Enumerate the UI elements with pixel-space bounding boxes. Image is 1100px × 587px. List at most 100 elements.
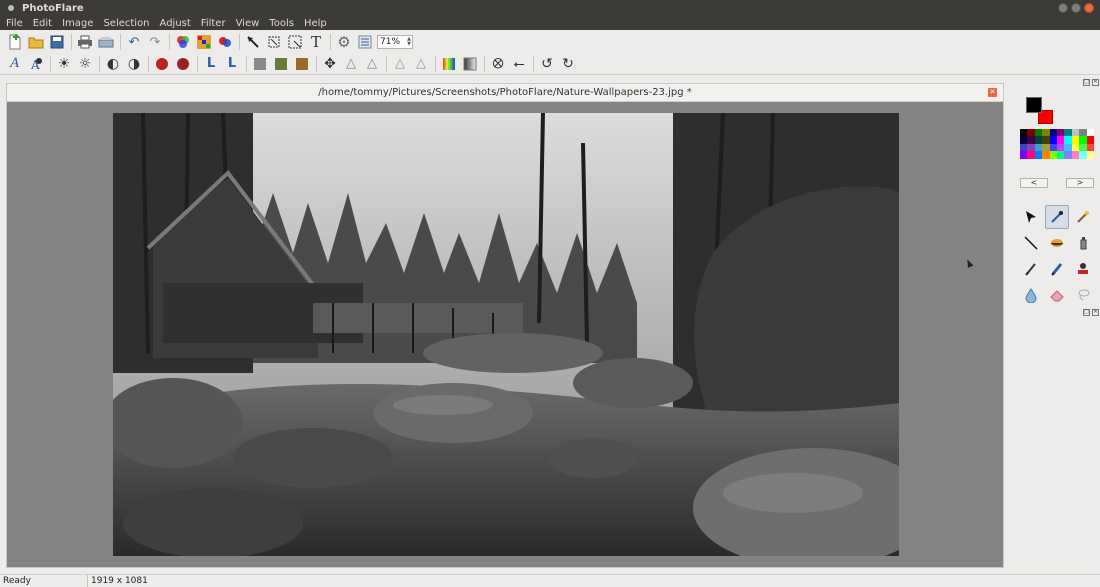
gamma-down-icon[interactable]: L (223, 55, 241, 73)
crop-icon[interactable] (265, 33, 283, 51)
gamma-up-icon[interactable]: L (202, 55, 220, 73)
dock-close-icon[interactable]: ✕ (1092, 79, 1099, 86)
settings-gear-icon[interactable]: ⚙ (335, 33, 353, 51)
undo-icon[interactable]: ↶ (125, 33, 143, 51)
foreground-color-swatch[interactable] (1026, 97, 1042, 113)
menu-edit[interactable]: Edit (33, 18, 52, 29)
menu-selection[interactable]: Selection (103, 18, 149, 29)
palette-swatch[interactable] (1071, 136, 1080, 144)
palette-swatch[interactable] (1086, 143, 1094, 152)
palette-swatch[interactable] (1064, 151, 1072, 159)
auto-contrast-icon[interactable]: A (27, 55, 45, 73)
spray-can-icon[interactable] (1071, 231, 1095, 255)
saturation-down-icon[interactable] (174, 55, 192, 73)
triangle-blur-icon[interactable]: △ (391, 55, 409, 73)
grayscale-icon[interactable] (251, 55, 269, 73)
magic-wand-icon[interactable] (1071, 205, 1095, 229)
palette-swatch[interactable] (1086, 136, 1094, 144)
palette-swatch[interactable] (1020, 151, 1028, 159)
menu-image[interactable]: Image (62, 18, 93, 29)
palette-swatch[interactable] (1027, 136, 1035, 144)
eraser-icon[interactable] (1045, 283, 1069, 307)
palette-swatch[interactable] (1020, 143, 1028, 152)
pencil-brush-icon[interactable] (1045, 257, 1069, 281)
save-icon[interactable] (48, 33, 66, 51)
pointer-tool-icon[interactable] (244, 33, 262, 51)
close-window-button[interactable] (1084, 3, 1094, 13)
lasso-icon[interactable] (1071, 283, 1095, 307)
menu-file[interactable]: File (6, 18, 23, 29)
flip-icon[interactable]: ⭠ (510, 55, 528, 73)
palette-swatch[interactable] (1064, 129, 1072, 137)
triangle-outline-icon[interactable]: △ (342, 55, 360, 73)
palette-swatch[interactable] (1034, 143, 1043, 152)
palette-swatch[interactable] (1027, 143, 1035, 152)
pointer-tool-icon[interactable] (1019, 205, 1043, 229)
palette-swatch[interactable] (1042, 136, 1050, 144)
palette-swatch[interactable] (1071, 129, 1080, 137)
blur-drop-icon[interactable] (1019, 283, 1043, 307)
sepia-icon[interactable] (293, 55, 311, 73)
palette-next-button[interactable]: > (1066, 178, 1094, 188)
contrast-down-icon[interactable]: ◑ (125, 55, 143, 73)
text-tool-icon[interactable]: T (307, 33, 325, 51)
select-area-icon[interactable] (286, 33, 304, 51)
palette-swatch[interactable] (1027, 151, 1035, 159)
brightness-down-icon[interactable]: ☼ (76, 55, 94, 73)
stamp-icon[interactable] (1071, 257, 1095, 281)
menu-adjust[interactable]: Adjust (160, 18, 191, 29)
gradient-color-icon[interactable] (440, 55, 458, 73)
palette-swatch[interactable] (1079, 129, 1087, 137)
redo-icon[interactable]: ↷ (146, 33, 164, 51)
auto-levels-icon[interactable]: A (6, 55, 24, 73)
image-canvas[interactable] (113, 113, 899, 556)
new-file-icon[interactable] (6, 33, 24, 51)
oil-paint-icon[interactable] (272, 55, 290, 73)
zoom-spinbox[interactable]: 71% ▲ ▼ (377, 35, 413, 49)
dock-close-icon[interactable]: ✕ (1092, 309, 1099, 316)
palette-swatch[interactable] (1086, 129, 1094, 137)
palette-swatch[interactable] (1079, 143, 1087, 152)
dock-float-icon[interactable]: □ (1083, 309, 1090, 316)
palette-swatch[interactable] (1049, 136, 1057, 144)
palette-swatch[interactable] (1056, 143, 1065, 152)
saturation-up-icon[interactable] (153, 55, 171, 73)
palette-swatch[interactable] (1020, 129, 1028, 137)
palette-grid-icon[interactable] (195, 33, 213, 51)
line-tool-icon[interactable] (1019, 231, 1043, 255)
contrast-up-icon[interactable]: ◐ (104, 55, 122, 73)
palette-swatch[interactable] (1034, 151, 1043, 159)
paint-bucket-icon[interactable] (1045, 231, 1069, 255)
scanner-icon[interactable] (97, 33, 115, 51)
open-folder-icon[interactable] (27, 33, 45, 51)
menu-help[interactable]: Help (304, 18, 327, 29)
palette-swatch[interactable] (1042, 129, 1050, 137)
menu-view[interactable]: View (236, 18, 260, 29)
palette-swatch[interactable] (1042, 151, 1050, 159)
palette-swatch[interactable] (1064, 143, 1072, 152)
transform-icon[interactable]: ⭙ (489, 55, 507, 73)
palette-swatch[interactable] (1034, 129, 1043, 137)
list-lines-icon[interactable] (356, 33, 374, 51)
palette-swatch[interactable] (1056, 136, 1065, 144)
rotate-right-icon[interactable]: ↻ (559, 55, 577, 73)
zoom-spin-arrows[interactable]: ▲ ▼ (407, 37, 412, 47)
dock-float-icon[interactable]: □ (1083, 79, 1090, 86)
rotate-left-icon[interactable]: ↺ (538, 55, 556, 73)
palette-swatch[interactable] (1079, 136, 1087, 144)
palette-swatch[interactable] (1020, 136, 1028, 144)
palette-swatch[interactable] (1049, 129, 1057, 137)
palette-swatch[interactable] (1056, 129, 1065, 137)
palette-swatch[interactable] (1071, 143, 1080, 152)
palette-swatch[interactable] (1086, 151, 1094, 159)
print-icon[interactable] (76, 33, 94, 51)
color-mix-icon[interactable] (216, 33, 234, 51)
brightness-up-icon[interactable]: ☀ (55, 55, 73, 73)
triangle-sharpen-icon[interactable]: △ (412, 55, 430, 73)
paintbrush-icon[interactable] (1019, 257, 1043, 281)
palette-swatch[interactable] (1071, 151, 1080, 159)
palette-swatch[interactable] (1027, 129, 1035, 137)
palette-swatch[interactable] (1079, 151, 1087, 159)
color-balance-icon[interactable] (174, 33, 192, 51)
palette-swatch[interactable] (1064, 136, 1072, 144)
